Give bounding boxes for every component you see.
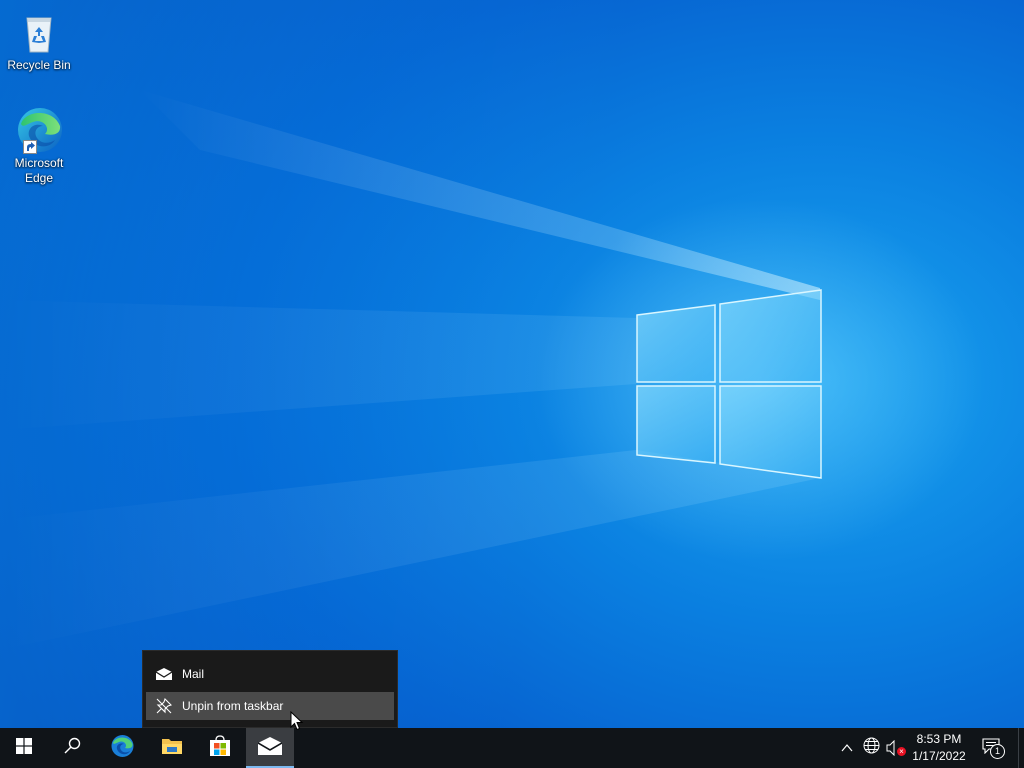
unpin-icon [146, 698, 182, 714]
network-globe-icon [863, 737, 880, 759]
shortcut-arrow-icon [23, 140, 37, 154]
menu-item-label: Unpin from taskbar [182, 699, 284, 713]
taskbar-mail-button[interactable] [246, 728, 294, 768]
clock-time: 8:53 PM [916, 732, 962, 746]
desktop-icon-label: Recycle Bin [7, 58, 71, 72]
notification-count-badge: 1 [990, 744, 1005, 759]
wallpaper-windows-logo [636, 289, 822, 479]
volume-muted-icon: × [886, 739, 906, 757]
mail-icon [146, 668, 182, 680]
edge-icon [110, 734, 134, 763]
taskbar: × 8:53 PM 1/17/2022 1 [0, 728, 1024, 768]
desktop-icon-label: Microsoft Edge [14, 156, 64, 185]
desktop-icon-recycle-bin[interactable]: Recycle Bin [3, 8, 75, 73]
unpin-from-taskbar-menu-item[interactable]: Unpin from taskbar [146, 692, 394, 720]
taskbar-edge-button[interactable] [98, 728, 146, 768]
clock-date: 1/17/2022 [912, 749, 966, 763]
network-button[interactable] [860, 728, 882, 768]
muted-badge-icon: × [897, 747, 906, 756]
desktop-icon-microsoft-edge[interactable]: Microsoft Edge [3, 106, 75, 186]
jumplist-app-title-mail[interactable]: Mail [146, 660, 394, 688]
windows-logo-icon [16, 737, 32, 759]
notification-icon: 1 [982, 738, 1005, 759]
show-desktop-button[interactable] [1018, 728, 1024, 768]
taskbar-jump-list: Mail Unpin from taskbar [142, 650, 398, 728]
search-icon [64, 737, 81, 759]
store-icon [209, 734, 231, 762]
recycle-bin-icon [15, 8, 63, 56]
mouse-cursor-icon [290, 711, 304, 731]
desktop-background[interactable]: Recycle Bin Microsoft Edge [0, 0, 1024, 728]
taskbar-clock[interactable]: 8:53 PM 1/17/2022 [906, 728, 972, 768]
jumplist-app-title: Mail [182, 667, 205, 681]
folder-icon [161, 736, 183, 761]
action-center-button[interactable]: 1 [978, 728, 1008, 768]
show-hidden-icons-button[interactable] [838, 728, 856, 768]
taskbar-file-explorer-button[interactable] [148, 728, 196, 768]
edge-icon [15, 106, 63, 154]
taskbar-store-button[interactable] [196, 728, 244, 768]
volume-button[interactable]: × [884, 728, 906, 768]
wallpaper-light-beams [0, 90, 820, 650]
chevron-up-icon [841, 739, 853, 757]
start-button[interactable] [0, 728, 48, 768]
search-button[interactable] [48, 728, 96, 768]
mail-icon [257, 736, 283, 760]
